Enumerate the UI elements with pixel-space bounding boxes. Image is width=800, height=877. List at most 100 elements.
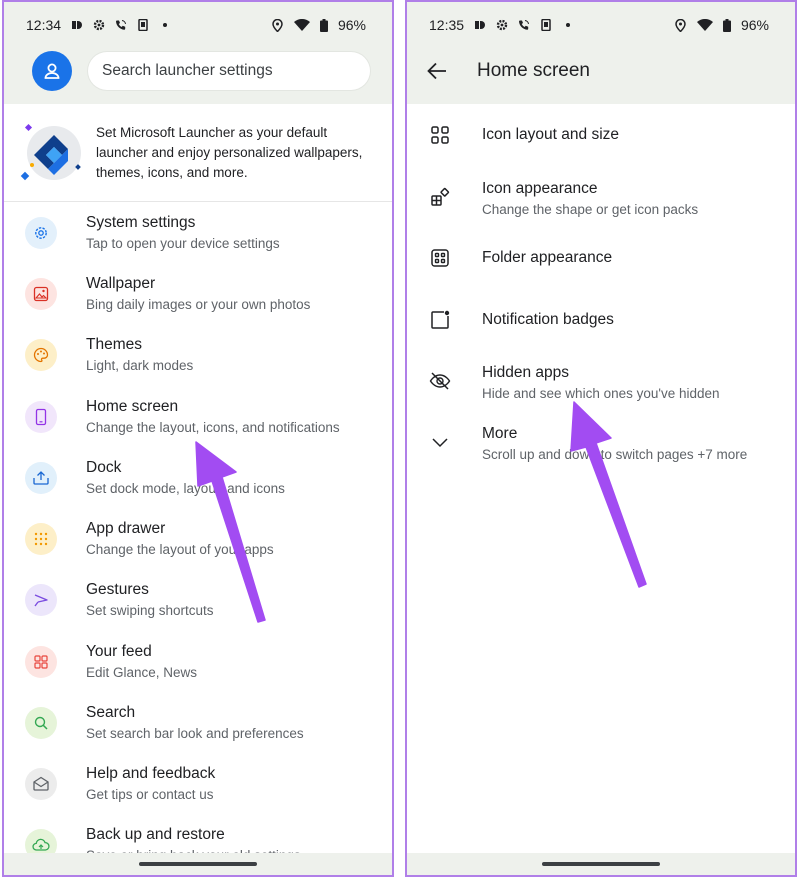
dock-icon xyxy=(25,461,57,494)
phone-icon xyxy=(25,400,57,433)
back-button[interactable] xyxy=(425,59,449,83)
option-title: More xyxy=(482,425,518,442)
person-icon xyxy=(44,63,60,79)
settings-item-title: Wallpaper xyxy=(86,274,156,292)
gear-status-icon xyxy=(496,19,508,31)
wifi-icon xyxy=(293,19,310,31)
settings-item-subtitle: Set swiping shortcuts xyxy=(86,602,214,618)
settings-item-title: Home screen xyxy=(86,397,179,415)
settings-item-subtitle: Change the layout, icons, and notificati… xyxy=(86,419,340,435)
settings-item-subtitle: Light, dark modes xyxy=(86,357,194,373)
home-handle[interactable] xyxy=(542,862,660,866)
settings-item-themes[interactable]: Themes Light, dark modes xyxy=(4,324,392,385)
page-title: Home screen xyxy=(477,60,590,81)
option-title: Notification badges xyxy=(482,311,614,328)
gesture-nav-bar xyxy=(407,853,795,875)
icon-appearance-icon xyxy=(429,186,451,208)
notification-icon xyxy=(71,19,83,31)
option-title: Icon appearance xyxy=(482,180,598,197)
icon-layout-icon xyxy=(429,124,451,146)
battery-level: 96% xyxy=(337,17,366,33)
help-mail-icon xyxy=(25,767,57,800)
option-title: Folder appearance xyxy=(482,249,613,266)
device-status-icon xyxy=(137,19,149,31)
settings-item-title: Help and feedback xyxy=(86,764,216,782)
settings-item-subtitle: Change the layout of your apps xyxy=(86,541,274,557)
battery-icon xyxy=(722,18,731,32)
option-title: Icon layout and size xyxy=(482,126,620,143)
settings-item-app-drawer[interactable]: App drawer Change the layout of your app… xyxy=(4,508,392,569)
search-icon xyxy=(25,706,57,739)
status-bar: 12:35 96% xyxy=(407,2,795,48)
home-screen-options-list: Icon layout and size Icon appearance Cha… xyxy=(407,104,795,504)
status-time: 12:34 xyxy=(26,17,62,33)
settings-item-title: Your feed xyxy=(86,642,152,660)
default-launcher-banner[interactable]: Set Microsoft Launcher as your default l… xyxy=(4,104,392,202)
account-avatar[interactable] xyxy=(32,51,72,91)
settings-item-subtitle: Tap to open your device settings xyxy=(86,235,280,251)
search-placeholder: Search launcher settings xyxy=(102,62,273,79)
feed-icon xyxy=(25,645,57,678)
left-phone-screen: 12:34 96% Search launcher settings Set M… xyxy=(2,0,394,877)
back-arrow-icon xyxy=(427,62,446,80)
gesture-icon xyxy=(25,583,57,616)
battery-level: 96% xyxy=(740,17,769,33)
option-icon-appearance[interactable]: Icon appearance Change the shape or get … xyxy=(407,165,795,226)
location-icon xyxy=(675,18,687,32)
dot-icon xyxy=(159,19,171,31)
settings-item-your-feed[interactable]: Your feed Edit Glance, News xyxy=(4,631,392,692)
status-time: 12:35 xyxy=(429,17,465,33)
option-icon-layout-size[interactable]: Icon layout and size xyxy=(407,104,795,165)
chevron-down-icon xyxy=(429,432,451,454)
gear-icon xyxy=(25,216,57,249)
option-more[interactable]: More Scroll up and down to switch pages … xyxy=(407,410,795,471)
settings-item-title: System settings xyxy=(86,213,196,231)
call-wifi-icon xyxy=(518,19,530,31)
settings-header: 12:34 96% Search launcher settings xyxy=(4,2,392,104)
settings-item-subtitle: Bing daily images or your own photos xyxy=(86,296,311,312)
settings-item-help-feedback[interactable]: Help and feedback Get tips or contact us xyxy=(4,753,392,814)
call-wifi-icon xyxy=(115,19,127,31)
option-hidden-apps[interactable]: Hidden apps Hide and see which ones you'… xyxy=(407,349,795,410)
settings-item-gestures[interactable]: Gestures Set swiping shortcuts xyxy=(4,569,392,630)
settings-item-subtitle: Set dock mode, layout, and icons xyxy=(86,480,285,496)
image-icon xyxy=(25,277,57,310)
settings-item-title: Dock xyxy=(86,458,122,476)
battery-icon xyxy=(319,18,328,32)
option-subtitle: Scroll up and down to switch pages +7 mo… xyxy=(482,447,748,462)
grid-dots-icon xyxy=(25,522,57,555)
gesture-nav-bar xyxy=(4,853,392,875)
settings-item-wallpaper[interactable]: Wallpaper Bing daily images or your own … xyxy=(4,263,392,324)
settings-item-system-settings[interactable]: System settings Tap to open your device … xyxy=(4,202,392,263)
notification-icon xyxy=(474,19,486,31)
settings-item-subtitle: Edit Glance, News xyxy=(86,664,198,680)
settings-item-search[interactable]: Search Set search bar look and preferenc… xyxy=(4,692,392,753)
option-notification-badges[interactable]: Notification badges xyxy=(407,288,795,349)
location-icon xyxy=(272,18,284,32)
home-screen-header: 12:35 96% Home screen xyxy=(407,2,795,104)
home-handle[interactable] xyxy=(139,862,257,866)
settings-item-title: Gestures xyxy=(86,580,149,598)
status-bar: 12:34 96% xyxy=(4,2,392,48)
wifi-icon xyxy=(696,19,713,31)
search-settings-input[interactable]: Search launcher settings xyxy=(88,52,370,90)
option-subtitle: Hide and see which ones you've hidden xyxy=(482,386,720,401)
palette-icon xyxy=(25,338,57,371)
folder-grid-icon xyxy=(429,247,451,269)
settings-item-title: Search xyxy=(86,703,136,721)
option-folder-appearance[interactable]: Folder appearance xyxy=(407,226,795,287)
launcher-settings-list: System settings Tap to open your device … xyxy=(4,202,392,875)
right-phone-screen: 12:35 96% Home screen Icon layout and si… xyxy=(405,0,797,877)
settings-item-subtitle: Set search bar look and preferences xyxy=(86,725,304,741)
settings-item-title: Back up and restore xyxy=(86,825,225,843)
dot-icon xyxy=(562,19,574,31)
device-status-icon xyxy=(540,19,552,31)
settings-item-home-screen[interactable]: Home screen Change the layout, icons, an… xyxy=(4,386,392,447)
option-title: Hidden apps xyxy=(482,364,570,381)
settings-item-dock[interactable]: Dock Set dock mode, layout, and icons xyxy=(4,447,392,508)
microsoft-launcher-logo xyxy=(18,121,82,185)
settings-item-subtitle: Get tips or contact us xyxy=(86,786,214,802)
gear-status-icon xyxy=(93,19,105,31)
banner-text: Set Microsoft Launcher as your default l… xyxy=(96,124,363,180)
eye-off-icon xyxy=(429,370,451,392)
